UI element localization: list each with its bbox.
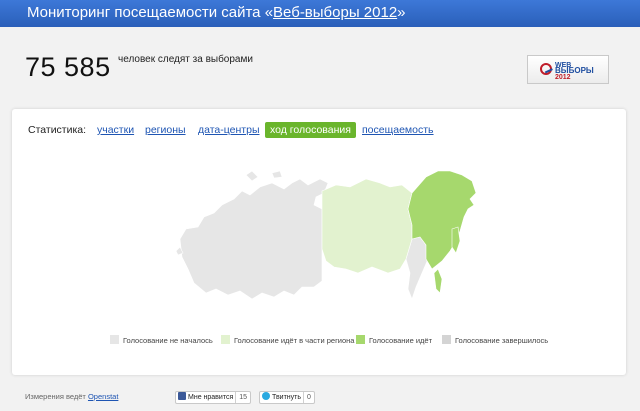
site-link[interactable]: Веб-выборы 2012: [273, 4, 397, 21]
stats-panel: Статистика: участки регионы дата-центры …: [12, 109, 626, 375]
footer-measured-label: Измерения ведёт: [25, 392, 86, 401]
title-suffix: »: [397, 4, 406, 21]
legend-swatch-active: [356, 335, 365, 344]
legend-swatch-partial: [221, 335, 230, 344]
russia-map: [176, 170, 477, 300]
tab-regiony[interactable]: регионы: [145, 124, 186, 136]
tweet-button[interactable]: Твитнуть 0: [259, 391, 315, 404]
regions-partial: [321, 178, 413, 274]
title-prefix: Мониторинг посещаемости сайта «: [27, 4, 274, 21]
region-island-2: [271, 170, 283, 179]
footer-measured: Измерения ведёт Openstat: [25, 392, 118, 401]
visitor-count-label: человек следят за выборами: [118, 54, 253, 65]
legend-label-active: Голосование идёт: [369, 336, 433, 345]
region-kamchatka: [451, 226, 461, 254]
tab-attendance[interactable]: посещаемость: [362, 124, 434, 136]
web-vybory-logo-button[interactable]: WEB ВЫБОРЫ 2012: [527, 55, 609, 84]
visitor-count: 75 585: [25, 52, 111, 82]
openstat-link[interactable]: Openstat: [88, 392, 118, 401]
tab-uchastki[interactable]: участки: [97, 124, 134, 136]
facebook-like-button[interactable]: Мне нравится 15: [175, 391, 252, 404]
tab-data-centers[interactable]: дата-центры: [198, 124, 260, 136]
tab-voting-progress[interactable]: ход голосования: [265, 122, 356, 138]
logo-mark-icon: [540, 63, 552, 75]
region-siberia: [321, 178, 413, 274]
stats-label: Статистика:: [28, 124, 87, 136]
facebook-icon: [178, 392, 186, 400]
page-title: Мониторинг посещаемости сайта «Веб-выбор…: [27, 4, 406, 21]
tweet-label: Твитнуть: [272, 394, 302, 401]
legend-label-finished: Голосование завершилось: [455, 336, 549, 345]
legend-swatch-not-started: [110, 335, 119, 344]
legend-swatch-finished: [442, 335, 451, 344]
legend-label-partial: Голосование идёт в части региона: [234, 336, 355, 345]
like-count: 15: [235, 392, 250, 403]
like-label: Мне нравится: [188, 394, 234, 401]
legend-label-not-started: Голосование не началось: [123, 336, 213, 345]
header-bar: Мониторинг посещаемости сайта «Веб-выбор…: [0, 0, 640, 27]
region-island-1: [245, 170, 259, 182]
region-west: [179, 178, 329, 300]
region-sakhalin: [433, 268, 443, 294]
logo-text-year: 2012: [555, 74, 571, 81]
tweet-count: 0: [303, 392, 314, 403]
twitter-bird-icon: [262, 392, 270, 400]
